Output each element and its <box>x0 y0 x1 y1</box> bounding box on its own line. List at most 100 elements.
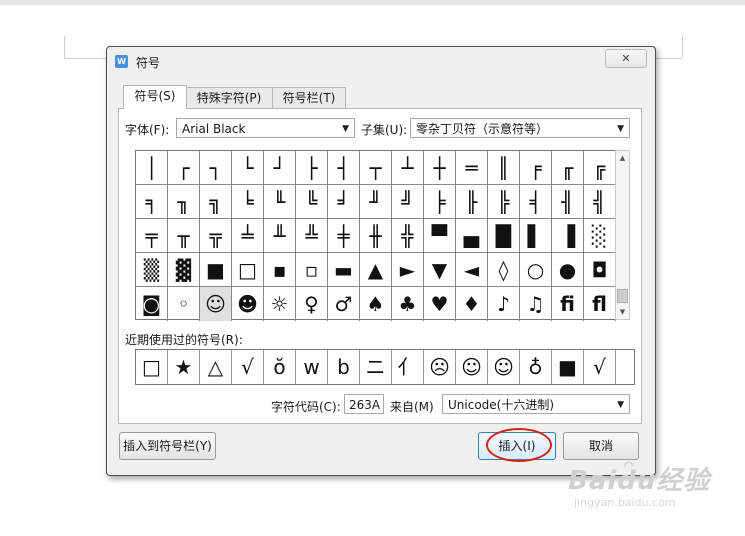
symbol-cell[interactable]: ☺ <box>200 287 232 321</box>
font-select[interactable]: Arial Black ▼ <box>176 118 355 138</box>
symbol-cell[interactable]: ▀ <box>424 219 456 253</box>
symbol-cell[interactable]: █ <box>488 219 520 253</box>
symbol-cell[interactable]: ♫ <box>520 287 552 321</box>
symbol-cell[interactable]: ╟ <box>456 185 488 219</box>
symbol-cell[interactable]: □ <box>232 253 264 287</box>
symbol-cell[interactable]: ▼ <box>424 253 456 287</box>
recent-symbol-cell[interactable]: √ <box>584 350 616 384</box>
symbol-cell[interactable]: ┐ <box>200 151 232 185</box>
symbol-cell[interactable]: ◊ <box>488 253 520 287</box>
symbol-cell[interactable]: ▬ <box>328 253 360 287</box>
recent-symbol-cell[interactable]: ☺ <box>488 350 520 384</box>
recent-symbol-cell[interactable]: ☺ <box>456 350 488 384</box>
recent-symbol-cell[interactable]: ŏ <box>264 350 296 384</box>
symbol-cell[interactable]: ├ <box>296 151 328 185</box>
symbol-cell[interactable]: ╝ <box>392 185 424 219</box>
recent-symbol-cell[interactable]: w <box>296 350 328 384</box>
symbol-cell[interactable]: ╢ <box>552 185 584 219</box>
symbol-cell[interactable]: ┘ <box>264 151 296 185</box>
symbol-cell[interactable]: ♣ <box>392 287 424 321</box>
symbol-cell[interactable]: ▌ <box>520 219 552 253</box>
symbol-cell[interactable]: ♦ <box>456 287 488 321</box>
symbol-cell[interactable]: ┴ <box>392 151 424 185</box>
scroll-thumb[interactable] <box>617 289 628 303</box>
symbol-cell[interactable]: ╜ <box>360 185 392 219</box>
add-to-symbol-bar-button[interactable]: 插入到符号栏(Y) <box>119 432 216 460</box>
recent-symbol-cell[interactable]: √ <box>232 350 264 384</box>
symbol-cell[interactable]: ╖ <box>168 185 200 219</box>
symbol-cell[interactable]: ▪ <box>264 253 296 287</box>
symbol-cell[interactable]: ╓ <box>552 151 584 185</box>
symbol-cell[interactable]: ♂ <box>328 287 360 321</box>
symbol-cell[interactable]: ○ <box>520 253 552 287</box>
symbol-cell[interactable]: ┤ <box>328 151 360 185</box>
close-button[interactable]: ✕ <box>605 49 647 68</box>
symbol-cell[interactable]: │ <box>136 151 168 185</box>
recent-symbol-cell[interactable]: □ <box>136 350 168 384</box>
recent-symbol-cell[interactable]: ♁ <box>520 350 552 384</box>
symbol-cell[interactable]: ▲ <box>360 253 392 287</box>
symbol-cell[interactable]: ╛ <box>328 185 360 219</box>
symbol-cell[interactable]: ╩ <box>296 219 328 253</box>
symbol-cell[interactable]: ╧ <box>232 219 264 253</box>
symbol-cell[interactable]: ◙ <box>136 287 168 321</box>
symbol-cell[interactable]: ▒ <box>136 253 168 287</box>
recent-symbol-cell[interactable]: b <box>328 350 360 384</box>
symbol-cell[interactable]: ╕ <box>136 185 168 219</box>
symbol-cell[interactable]: ╪ <box>328 219 360 253</box>
symbol-cell[interactable]: ◦ <box>168 287 200 321</box>
recent-symbol-cell[interactable]: ニ <box>360 350 392 384</box>
symbol-cell[interactable]: ╒ <box>520 151 552 185</box>
tab-symbols[interactable]: 符号(S) <box>123 85 187 109</box>
recent-symbol-cell[interactable]: ☹ <box>424 350 456 384</box>
symbol-cell[interactable]: ╣ <box>584 185 616 219</box>
symbol-cell[interactable]: ╫ <box>360 219 392 253</box>
symbol-cell[interactable]: ▫ <box>296 253 328 287</box>
symbol-cell[interactable]: ╘ <box>232 185 264 219</box>
symbol-cell[interactable]: ▓ <box>168 253 200 287</box>
symbol-cell[interactable]: fi <box>552 287 584 321</box>
symbol-cell[interactable]: ◘ <box>584 253 616 287</box>
recent-symbol-cell[interactable]: △ <box>200 350 232 384</box>
symbol-cell[interactable]: ☼ <box>264 287 296 321</box>
charcode-input[interactable]: 263A <box>344 394 384 414</box>
recent-symbol-cell[interactable]: 亻 <box>392 350 424 384</box>
insert-button[interactable]: 插入(I) <box>478 432 556 460</box>
symbol-cell[interactable]: ║ <box>488 151 520 185</box>
symbol-cell[interactable]: ♠ <box>360 287 392 321</box>
from-select[interactable]: Unicode(十六进制) ▼ <box>442 394 630 414</box>
symbol-cell[interactable]: ╦ <box>200 219 232 253</box>
symbol-cell[interactable]: ☻ <box>232 287 264 321</box>
symbol-cell[interactable]: ┼ <box>424 151 456 185</box>
symbol-cell[interactable]: ♥ <box>424 287 456 321</box>
symbol-cell[interactable]: ╗ <box>200 185 232 219</box>
recent-symbol-cell[interactable]: ★ <box>168 350 200 384</box>
symbol-cell[interactable]: ╞ <box>424 185 456 219</box>
symbol-cell[interactable]: ╨ <box>264 219 296 253</box>
symbol-cell[interactable]: ♀ <box>296 287 328 321</box>
symbol-cell[interactable]: fl <box>584 287 616 321</box>
symbol-cell[interactable]: ░ <box>584 219 616 253</box>
symbol-cell[interactable]: ▐ <box>552 219 584 253</box>
symbol-cell[interactable]: ╥ <box>168 219 200 253</box>
symbol-cell[interactable]: ╙ <box>264 185 296 219</box>
recent-symbol-cell[interactable]: ■ <box>552 350 584 384</box>
scroll-up-icon[interactable]: ▲ <box>616 151 629 165</box>
symbol-cell[interactable]: ■ <box>200 253 232 287</box>
symbol-cell[interactable]: ╤ <box>136 219 168 253</box>
symbol-cell[interactable]: ╚ <box>296 185 328 219</box>
symbol-cell[interactable]: ► <box>392 253 424 287</box>
symbol-cell[interactable]: ╡ <box>520 185 552 219</box>
symbol-cell[interactable]: ▄ <box>456 219 488 253</box>
symbol-cell[interactable]: └ <box>232 151 264 185</box>
symbol-cell[interactable]: ╠ <box>488 185 520 219</box>
symbol-cell[interactable]: ╔ <box>584 151 616 185</box>
symbol-cell[interactable]: ═ <box>456 151 488 185</box>
symbol-cell[interactable]: ◄ <box>456 253 488 287</box>
symbol-cell[interactable]: ● <box>552 253 584 287</box>
tab-special-chars[interactable]: 特殊字符(P) <box>185 87 273 108</box>
subset-select[interactable]: 零杂丁贝符（示意符等） ▼ <box>410 118 630 138</box>
symbol-grid-scrollbar[interactable]: ▲ ▼ <box>615 150 630 320</box>
symbol-cell[interactable]: ╬ <box>392 219 424 253</box>
symbol-cell[interactable]: ♪ <box>488 287 520 321</box>
